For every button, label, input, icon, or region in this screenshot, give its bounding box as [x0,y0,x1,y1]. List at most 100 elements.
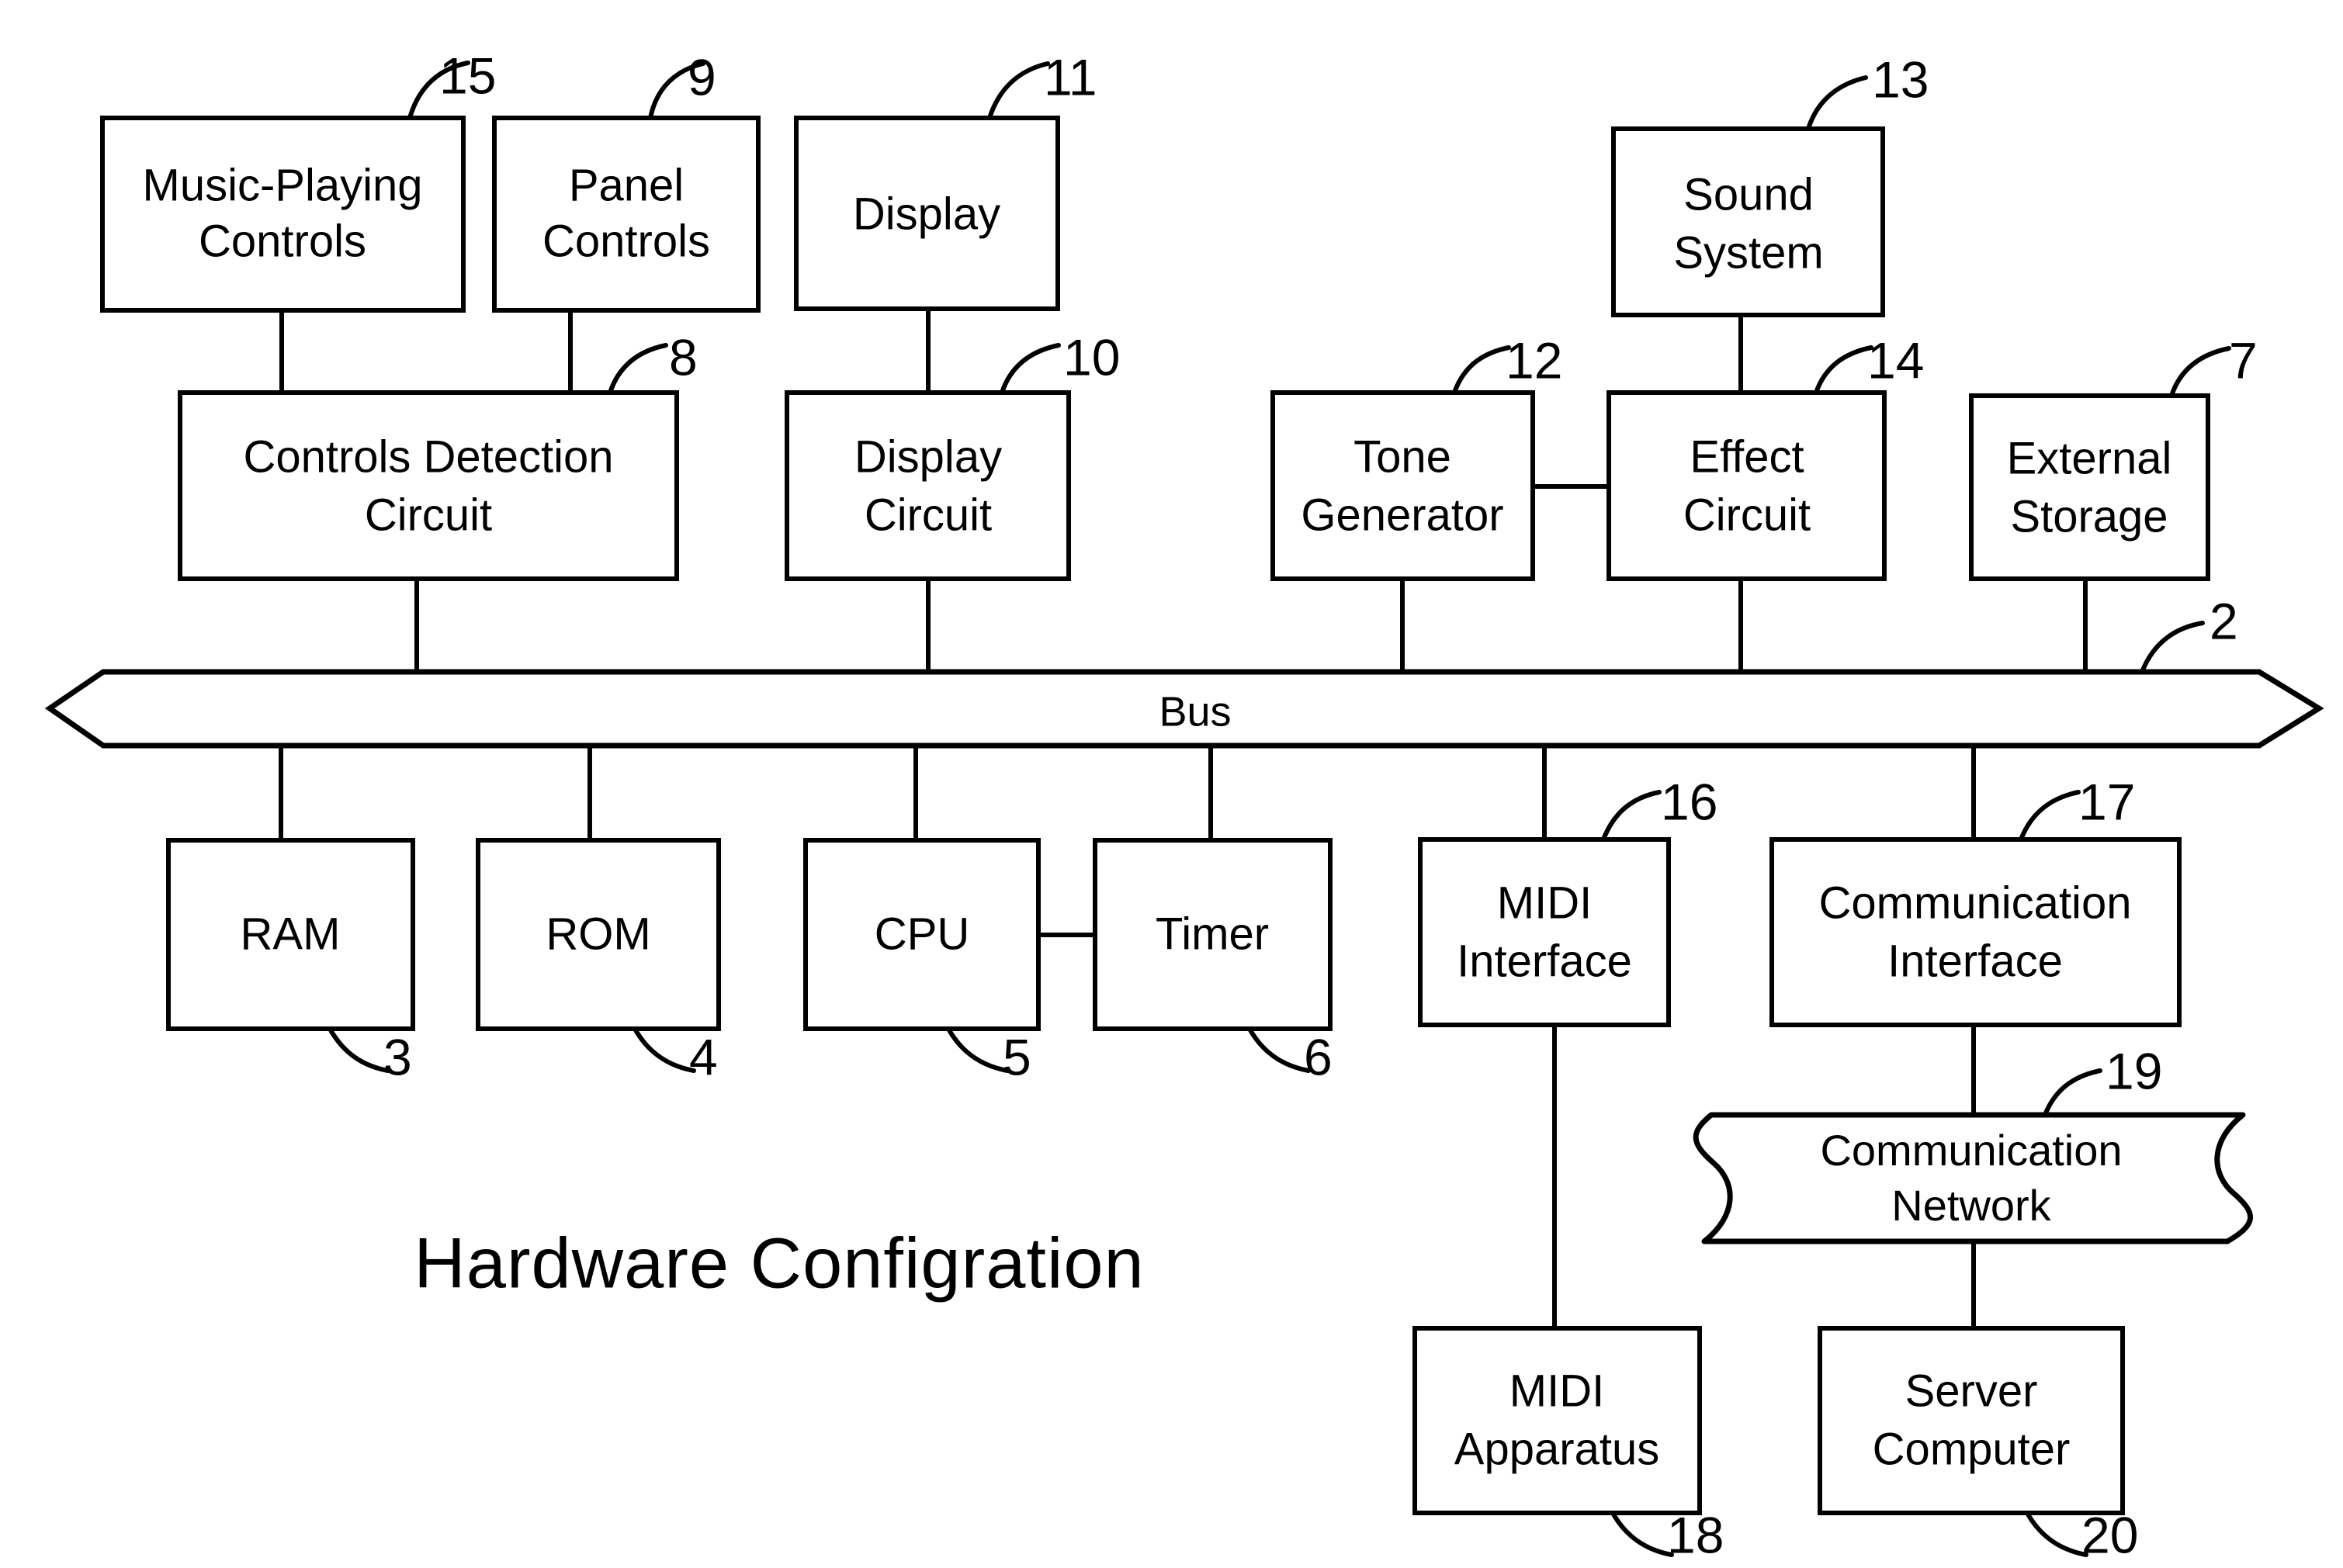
block-ram[interactable]: RAM 3 [166,838,415,1085]
communication-network-ref-leader [2043,1068,2102,1117]
sound-system-ref-leader [1806,75,1868,131]
midi-apparatus-label-line1: MIDI [1509,1366,1604,1416]
block-music-playing-controls[interactable]: Music-Playing Controls 15 [100,47,496,313]
cpu-label: CPU [875,909,969,959]
display-ref-leader [987,61,1050,120]
tone-generator-label-line1: Tone [1353,431,1451,482]
music-playing-controls-label-line1: Music-Playing [143,160,423,210]
effect-circuit-box[interactable] [1606,390,1887,581]
tone-generator-ref-leader [1452,345,1511,395]
server-computer-label-line1: Server [1905,1366,2038,1416]
bus[interactable]: Bus 2 [44,592,2324,749]
controls-detection-circuit-label-line1: Controls Detection [243,431,613,482]
communication-interface-label-line1: Communication [1819,877,2132,928]
bus-label: Bus [1159,688,1231,735]
block-external-storage[interactable]: External Storage 7 [1969,331,2258,581]
music-playing-controls-label-line2: Controls [199,216,366,266]
communication-network-ref-number: 19 [2106,1042,2162,1099]
display-label-line1: Display [853,189,1000,239]
panel-controls-label-line1: Panel [569,160,684,210]
block-effect-circuit[interactable]: Effect Circuit 14 [1606,331,1924,581]
server-computer-ref-number: 20 [2081,1506,2138,1563]
controls-detection-circuit-ref-number: 8 [669,328,698,386]
midi-apparatus-ref-leader [1610,1511,1674,1557]
block-midi-apparatus[interactable]: MIDI Apparatus 18 [1412,1326,1724,1563]
block-tone-generator[interactable]: Tone Generator 12 [1270,331,1562,581]
external-storage-ref-leader [2169,346,2231,398]
communication-interface-ref-number: 17 [2078,773,2135,830]
external-storage-ref-number: 7 [2229,331,2258,389]
cpu-ref-leader [946,1026,1010,1073]
rom-ref-leader [633,1026,696,1073]
controls-detection-circuit-label-line2: Circuit [365,490,492,540]
block-timer[interactable]: Timer 6 [1093,838,1333,1085]
sound-system-ref-number: 13 [1872,50,1929,108]
sound-system-label-line1: Sound [1683,169,1814,220]
midi-interface-box[interactable] [1418,837,1671,1027]
ram-label: RAM [241,909,341,959]
midi-interface-ref-number: 16 [1661,773,1717,830]
controls-detection-circuit-ref-leader [608,343,668,395]
bus-ref-leader [2140,621,2205,674]
display-circuit-label-line1: Display [854,431,1002,482]
display-circuit-ref-number: 10 [1063,328,1120,386]
server-computer-label-line2: Computer [1873,1424,2071,1474]
panel-controls-box[interactable] [492,116,761,313]
timer-label: Timer [1156,909,1269,959]
display-circuit-ref-leader [1000,343,1061,395]
controls-detection-circuit-box[interactable] [178,390,679,581]
midi-apparatus-label-line2: Apparatus [1454,1424,1659,1474]
effect-circuit-ref-leader [1814,345,1873,395]
midi-apparatus-box[interactable] [1412,1326,1702,1515]
effect-circuit-label-line1: Effect [1690,431,1804,482]
midi-interface-label-line1: MIDI [1497,877,1592,928]
figure-root: Bus 2 Music-Playing Controls 15 Panel Co… [0,0,2343,1568]
midi-interface-label-line2: Interface [1457,936,1632,986]
rom-ref-number: 4 [689,1028,718,1085]
sound-system-label-line2: System [1673,227,1823,278]
cpu-ref-number: 5 [1003,1028,1031,1085]
bus-ref-number: 2 [2210,592,2238,649]
block-server-computer[interactable]: Server Computer 20 [1818,1326,2138,1563]
panel-controls-label-line2: Controls [542,216,710,266]
rom-label: ROM [546,909,650,959]
external-storage-box[interactable] [1969,393,2210,581]
display-circuit-label-line2: Circuit [865,490,992,540]
ram-ref-leader [328,1026,390,1073]
server-computer-box[interactable] [1818,1326,2125,1515]
server-computer-ref-leader [2025,1511,2088,1557]
figure-caption: Hardware Configration [414,1224,1144,1303]
timer-ref-number: 6 [1304,1028,1333,1085]
block-controls-detection-circuit[interactable]: Controls Detection Circuit 8 [178,328,698,581]
effect-circuit-ref-number: 14 [1867,331,1924,389]
music-playing-controls-ref-number: 15 [439,47,496,104]
display-circuit-box[interactable] [785,390,1071,581]
tone-generator-ref-number: 12 [1506,331,1562,389]
communication-interface-ref-leader [2019,790,2081,842]
tone-generator-box[interactable] [1270,390,1535,581]
communication-interface-label-line2: Interface [1887,936,2063,986]
external-storage-label-line2: Storage [2010,491,2168,542]
block-sound-system[interactable]: Sound System 13 [1611,50,1929,317]
block-rom[interactable]: ROM 4 [476,838,721,1085]
midi-interface-ref-leader [1601,790,1662,842]
block-midi-interface[interactable]: MIDI Interface 16 [1418,773,1717,1027]
timer-ref-leader [1247,1026,1311,1073]
communication-network-label-line2: Network [1891,1181,2051,1230]
hardware-configuration-diagram: Bus 2 Music-Playing Controls 15 Panel Co… [44,47,2324,1563]
effect-circuit-label-line2: Circuit [1683,490,1811,540]
midi-apparatus-ref-number: 18 [1667,1506,1724,1563]
sound-system-box[interactable] [1611,126,1885,317]
music-playing-controls-box[interactable] [100,116,466,313]
block-panel-controls[interactable]: Panel Controls 9 [492,48,761,313]
display-ref-number: 11 [1044,48,1097,106]
external-storage-label-line1: External [2007,433,2172,483]
panel-controls-ref-number: 9 [688,48,716,106]
block-display[interactable]: Display 11 [794,48,1097,311]
tone-generator-label-line2: Generator [1301,490,1503,540]
block-cpu[interactable]: CPU 5 [803,838,1041,1085]
communication-interface-box[interactable] [1769,837,2182,1027]
communication-network-label-line1: Communication [1820,1126,2122,1175]
block-display-circuit[interactable]: Display Circuit 10 [785,328,1120,581]
ram-ref-number: 3 [383,1028,412,1085]
